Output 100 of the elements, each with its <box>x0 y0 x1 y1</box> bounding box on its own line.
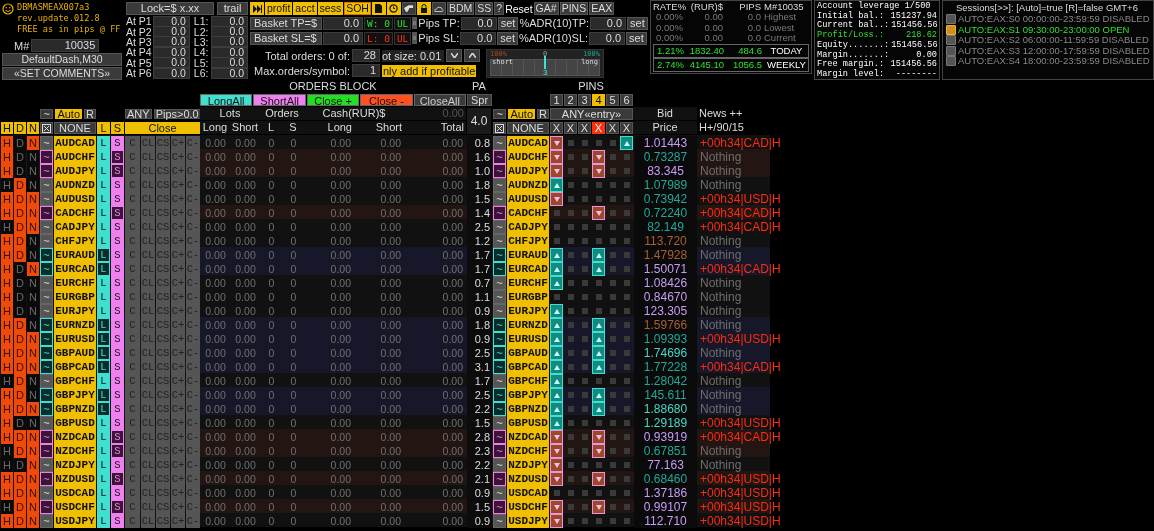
pin-slot-icon[interactable] <box>609 280 616 286</box>
order-button[interactable]: L <box>97 192 110 206</box>
pin-slot-icon[interactable] <box>609 224 616 230</box>
symbol-button[interactable]: GBPCHF <box>507 374 549 388</box>
pin-slot-icon[interactable] <box>581 224 588 230</box>
symbol-button[interactable]: NZDJPY <box>507 458 549 472</box>
order-button[interactable]: L <box>97 360 110 374</box>
trend-button[interactable]: ~ <box>40 150 53 164</box>
pin-slot-icon[interactable] <box>609 518 616 524</box>
pin-slot-icon[interactable] <box>567 294 574 300</box>
flag-button[interactable]: N <box>27 346 39 360</box>
symbol-button[interactable]: NZDUSD <box>507 472 549 486</box>
pin-slot-icon[interactable] <box>623 518 630 524</box>
pin-slot-icon[interactable] <box>609 196 616 202</box>
order-button[interactable]: L <box>97 150 110 164</box>
hand-button[interactable] <box>401 2 416 15</box>
pin-slot-icon[interactable] <box>553 490 560 496</box>
trend-button[interactable]: ~ <box>493 248 506 262</box>
trend-button[interactable]: ~ <box>40 444 53 458</box>
pin-button[interactable] <box>550 360 563 374</box>
symbol-button[interactable]: AUDCAD <box>54 136 96 150</box>
pin-slot-icon[interactable] <box>581 294 588 300</box>
auto-button[interactable]: Auto <box>55 109 83 119</box>
close-header-button[interactable]: Close <box>125 122 200 134</box>
order-button[interactable]: S <box>111 248 124 262</box>
symbol-button[interactable]: AUDCHF <box>54 150 96 164</box>
order-button[interactable]: L <box>97 346 110 360</box>
pin-button[interactable] <box>550 248 563 262</box>
pin-slot-icon[interactable] <box>623 336 630 342</box>
pin-slot-icon[interactable] <box>595 378 602 384</box>
pin-slot-icon[interactable] <box>609 168 616 174</box>
add-if-profitable-toggle[interactable]: nly add if profitable <box>382 64 477 77</box>
trend-button[interactable]: ~ <box>493 290 506 304</box>
pin-tab[interactable]: 2 <box>564 94 577 106</box>
pin-slot-icon[interactable] <box>595 490 602 496</box>
trend-button[interactable]: ~ <box>40 290 53 304</box>
trend-button[interactable]: ~ <box>40 318 53 332</box>
pin-slot-icon[interactable] <box>567 224 574 230</box>
order-button[interactable]: S <box>111 360 124 374</box>
bulk-action-button[interactable]: LongAll <box>200 94 253 106</box>
pin-slot-icon[interactable] <box>623 168 630 174</box>
pin-slot-icon[interactable] <box>609 448 616 454</box>
pin-slot-icon[interactable] <box>595 294 602 300</box>
symbol-button[interactable]: USDCAD <box>507 486 549 500</box>
symbol-button[interactable]: GBPJPY <box>54 388 96 402</box>
pin-button[interactable] <box>592 150 605 164</box>
pin-button[interactable] <box>550 416 563 430</box>
trend-button[interactable]: ~ <box>40 514 53 528</box>
pin-clear-button[interactable]: X <box>550 122 563 134</box>
pin-button[interactable] <box>592 262 605 276</box>
symbol-button[interactable]: GBPCHF <box>54 374 96 388</box>
flag-button[interactable]: N <box>27 220 39 234</box>
symbol-button[interactable]: EURCHF <box>54 276 96 290</box>
pin-button[interactable] <box>550 500 563 514</box>
flag-button[interactable]: N <box>27 178 39 192</box>
order-button[interactable]: L <box>97 178 110 192</box>
order-button[interactable]: S <box>111 388 124 402</box>
order-button[interactable]: S <box>111 178 124 192</box>
flag-button[interactable]: H <box>1 332 13 346</box>
trend-button[interactable]: ~ <box>40 500 53 514</box>
bulk-action-button[interactable]: Close - <box>360 94 413 106</box>
symbol-button[interactable]: EURAUD <box>54 248 96 262</box>
flag-button[interactable]: H <box>1 430 13 444</box>
trend-button[interactable]: ~ <box>493 192 506 206</box>
pin-clear-button[interactable]: X <box>564 122 577 134</box>
select-none-button[interactable]: NONE <box>507 122 549 134</box>
pin-button[interactable] <box>550 514 563 528</box>
pin-slot-icon[interactable] <box>595 182 602 188</box>
flag-button[interactable]: D <box>14 458 26 472</box>
trend-button[interactable]: ~ <box>493 234 506 248</box>
order-button[interactable]: S <box>111 514 124 528</box>
fast-forward-button[interactable] <box>250 2 264 15</box>
flag-button[interactable]: N <box>27 262 39 276</box>
trend-button[interactable]: ~ <box>493 486 506 500</box>
flag-button[interactable]: H <box>1 388 13 402</box>
flag-button[interactable]: D <box>14 374 26 388</box>
pin-slot-icon[interactable] <box>609 322 616 328</box>
pin-slot-icon[interactable] <box>609 392 616 398</box>
pin-slot-icon[interactable] <box>581 476 588 482</box>
flag-button[interactable]: N <box>27 374 39 388</box>
flag-header-button[interactable]: N <box>27 122 39 134</box>
symbol-button[interactable]: AUDNZD <box>54 178 96 192</box>
adr-field[interactable]: 0.0 <box>589 31 626 45</box>
pin-slot-icon[interactable] <box>581 168 588 174</box>
pin-button[interactable] <box>592 332 605 346</box>
set-button[interactable]: set <box>497 31 518 45</box>
symbol-button[interactable]: EURCHF <box>507 276 549 290</box>
symbol-button[interactable]: GBPAUD <box>54 346 96 360</box>
trend-button[interactable]: ~ <box>493 276 506 290</box>
stepper-icon[interactable] <box>412 32 418 44</box>
trend-button[interactable]: ~ <box>493 150 506 164</box>
symbol-button[interactable]: EURJPY <box>507 304 549 318</box>
flag-button[interactable]: H <box>1 500 13 514</box>
pin-clear-button[interactable]: X <box>578 122 591 134</box>
pin-button[interactable] <box>550 430 563 444</box>
trend-button[interactable]: ~ <box>40 262 53 276</box>
symbol-button[interactable]: GBPUSD <box>54 416 96 430</box>
pin-slot-icon[interactable] <box>595 462 602 468</box>
pin-slot-icon[interactable] <box>623 364 630 370</box>
symbol-button[interactable]: GBPJPY <box>507 388 549 402</box>
